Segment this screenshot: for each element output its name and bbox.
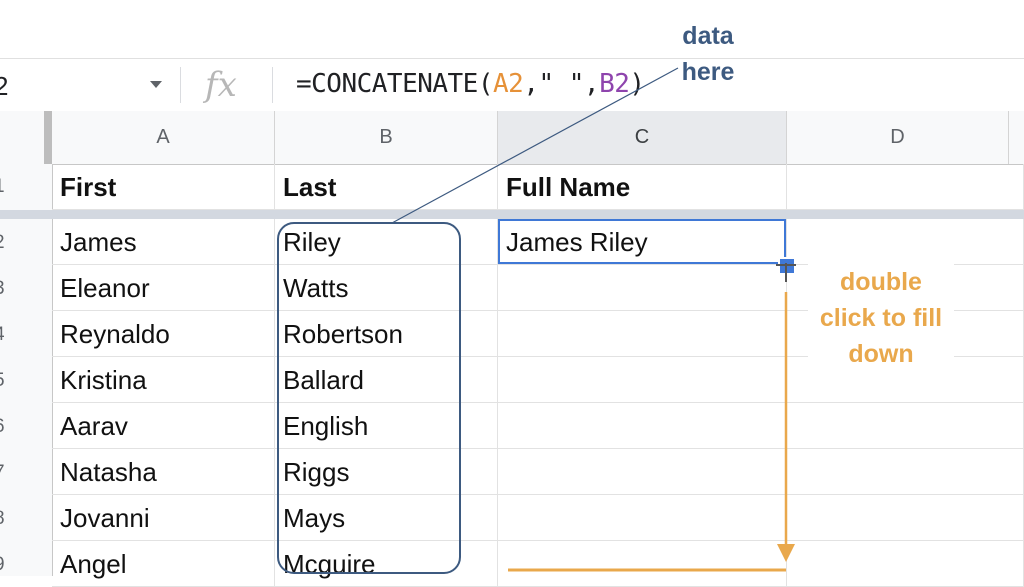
annotation-line: click to fill — [819, 304, 943, 332]
pointer-line — [391, 67, 679, 224]
fill-down-arrow-head — [777, 544, 795, 562]
annotation-line: double — [840, 268, 922, 296]
column-b-highlight — [277, 222, 461, 574]
annotation-line: here — [681, 58, 735, 86]
annotation-data-here: data here — [668, 18, 748, 90]
annotation-line: down — [848, 340, 914, 368]
annotation-double-click-fill: double click to fill down — [808, 264, 954, 372]
annotation-line: data — [682, 22, 734, 50]
